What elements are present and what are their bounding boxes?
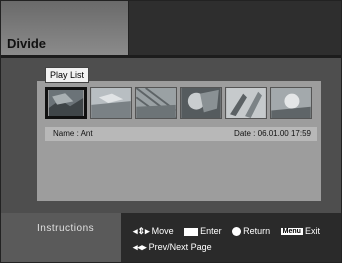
page-title: Divide [7,36,47,51]
scene-photo-icon [48,90,84,116]
exit-label: Exit [304,226,320,236]
thumbnail-5[interactable] [225,87,267,119]
enter-label: Enter [200,226,222,236]
return-label: Return [243,226,271,236]
item-name: Name : Ant [53,129,93,138]
header-divider [1,55,341,58]
info-bar: Name : Ant Date : 06.01.00 17:59 [45,127,317,141]
move-label: Move [151,226,174,236]
instruction-row-1: ◂⇕▸ Move Enter Return Menu Exit [133,226,320,237]
osd-screen: Divide Play List Name: Ant Date: 06.01… [0,0,342,263]
thumbnail-3[interactable] [135,87,177,119]
thumbnail-2[interactable] [90,87,132,119]
thumbnail-6[interactable] [270,87,312,119]
scene-photo-icon [91,88,131,118]
instruction-row-2: ◂◂▸ Prev/Next Page [133,242,212,253]
scene-photo-icon [271,88,311,118]
scene-photo-icon [181,88,221,118]
enter-key-icon [184,227,199,236]
page-label: Prev/Next Page [148,242,212,252]
prev-next-arrows-icon: ◂◂▸ [133,242,147,252]
instructions-title: Instructions [1,213,121,262]
item-date: Date : 06.01.00 17:59 [234,129,311,138]
tab-play-list[interactable]: Play List [45,67,90,83]
four-way-arrows-icon: ◂⇕▸ [133,226,150,236]
scene-photo-icon [136,88,176,118]
thumbnail-1[interactable] [45,87,87,119]
scene-photo-icon [226,88,266,118]
thumbnail-4[interactable] [180,87,222,119]
menu-key-icon: Menu [280,228,303,236]
title-box: Divide [1,1,129,57]
return-icon [232,227,242,237]
thumbnail-strip [45,87,315,119]
